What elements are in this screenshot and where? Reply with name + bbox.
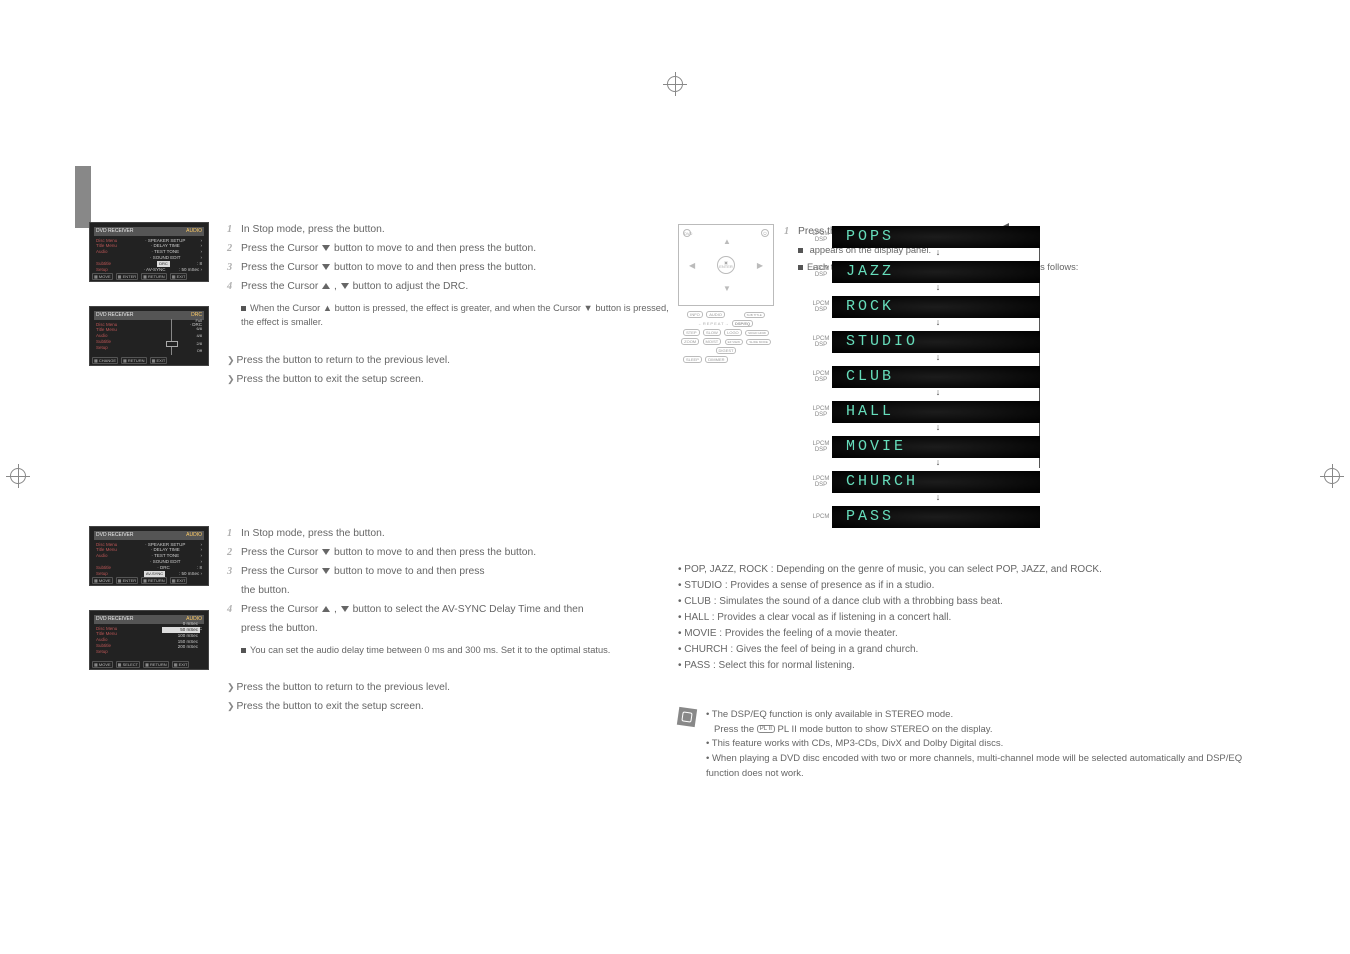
- dsp-mode-pops: LPCMDSPPOPS: [810, 226, 1040, 248]
- left-page: DVD RECEIVERAUDIO Disc Menu· SPEAKER SET…: [75, 180, 675, 834]
- remote-illustration: DVD ⏻ ▲ ▼ ◀ ▶ ▣ENTER INFO AUDIO SUB TITL…: [678, 224, 774, 364]
- note-box: • The DSP/EQ function is only available …: [678, 708, 1250, 782]
- dsp-mode-hall: LPCMDSPHALL: [810, 401, 1040, 423]
- note-icon: [677, 707, 697, 727]
- pl2-icon: PL II: [757, 725, 775, 733]
- right-page: DVD ⏻ ▲ ▼ ◀ ▶ ▣ENTER INFO AUDIO SUB TITL…: [700, 180, 1280, 834]
- dsp-mode-studio: LPCMDSPSTUDIO: [810, 331, 1040, 353]
- section-avsync: 1In Stop mode, press the button. 2Press …: [227, 526, 669, 718]
- section-drc: 1In Stop mode, press the button. 2Press …: [227, 222, 669, 391]
- dsp-mode-jazz: LPCMDSPJAZZ: [810, 261, 1040, 283]
- dsp-mode-club: LPCMDSPCLUB: [810, 366, 1040, 388]
- dsp-mode-stack: LPCMDSPPOPS↓LPCMDSPJAZZ↓LPCMDSPROCK↓LPCM…: [810, 226, 1040, 531]
- osd-thumb-avsync: DVD RECEIVERAUDIO Disc Menu· AV-SYNC Tit…: [89, 610, 209, 670]
- dsp-mode-pass: LPCMPASS: [810, 506, 1040, 528]
- osd-thumb-audio-menu: DVD RECEIVERAUDIO Disc Menu· SPEAKER SET…: [89, 222, 209, 282]
- dsp-mode-movie: LPCMDSPMOVIE: [810, 436, 1040, 458]
- osd-thumb-drc: DVD RECEIVERDRC Disc Menu· DRC Title Men…: [89, 306, 209, 366]
- reg-cross-left-v: [18, 464, 19, 488]
- divider-gap: [75, 470, 675, 498]
- left-rail-top: [75, 166, 91, 228]
- osd-thumb-audio-menu-2: DVD RECEIVERAUDIO Disc Menu· SPEAKER SET…: [89, 526, 209, 586]
- mode-descriptions: • POP, JAZZ, ROCK : Depending on the gen…: [678, 562, 1250, 674]
- reg-cross-top-v: [675, 72, 676, 96]
- dsp-mode-church: LPCMDSPCHURCH: [810, 471, 1040, 493]
- reg-cross-right-v: [1332, 464, 1333, 488]
- dsp-mode-rock: LPCMDSPROCK: [810, 296, 1040, 318]
